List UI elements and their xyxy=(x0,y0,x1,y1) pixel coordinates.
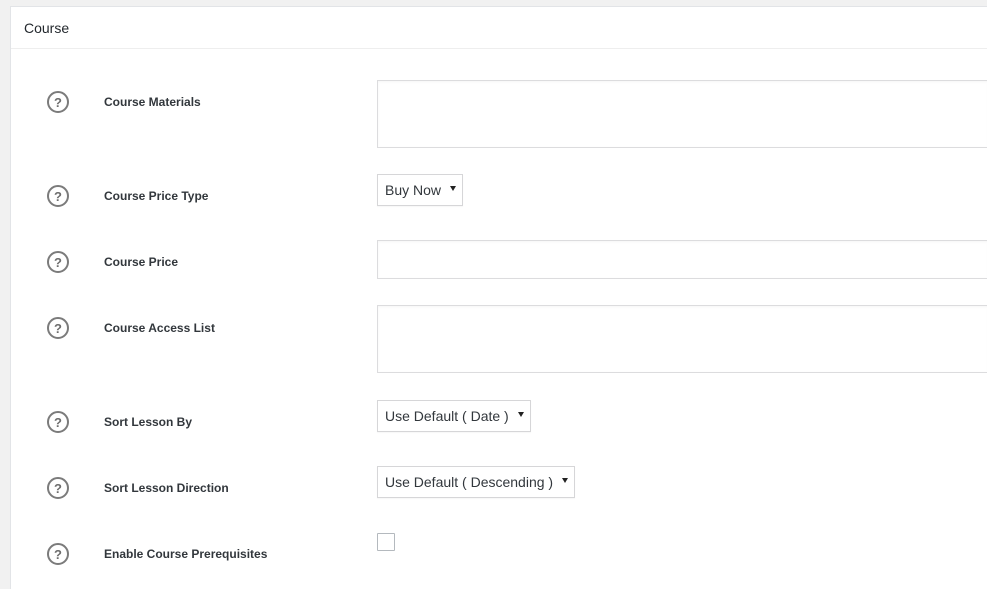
sort-lesson-by-select[interactable]: Use Default ( Date ) xyxy=(377,400,531,432)
caret-down-icon xyxy=(562,477,569,483)
help-icon[interactable]: ? xyxy=(47,543,69,565)
course-materials-textarea[interactable] xyxy=(377,80,987,148)
caret-down-icon xyxy=(450,185,457,191)
panel-title: Course xyxy=(24,19,70,36)
help-icon[interactable]: ? xyxy=(47,91,69,113)
course-access-list-label: Course Access List xyxy=(104,321,215,335)
course-price-type-select[interactable]: Buy Now xyxy=(377,174,464,206)
sort-lesson-direction-label: Sort Lesson Direction xyxy=(104,481,229,495)
course-price-type-label: Course Price Type xyxy=(104,189,209,203)
course-price-label: Course Price xyxy=(104,255,179,269)
help-icon[interactable]: ? xyxy=(47,317,69,339)
enable-course-prerequisites-label: Enable Course Prerequisites xyxy=(104,547,268,561)
course-price-type-value: Buy Now xyxy=(385,182,442,198)
sort-lesson-by-value: Use Default ( Date ) xyxy=(385,408,509,424)
sort-lesson-direction-value: Use Default ( Descending ) xyxy=(385,474,554,490)
enable-course-prerequisites-checkbox[interactable] xyxy=(377,533,395,551)
sort-lesson-direction-select[interactable]: Use Default ( Descending ) xyxy=(377,466,576,498)
help-icon[interactable]: ? xyxy=(47,411,69,433)
help-icon[interactable]: ? xyxy=(47,477,69,499)
sort-lesson-by-label: Sort Lesson By xyxy=(104,415,193,429)
caret-down-icon xyxy=(517,411,524,417)
help-icon[interactable]: ? xyxy=(47,251,69,273)
help-icon[interactable]: ? xyxy=(47,185,69,207)
course-materials-label: Course Materials xyxy=(104,95,201,109)
course-price-input[interactable] xyxy=(377,240,987,279)
course-settings-panel: Course ? Course Materials ? Course Price… xyxy=(10,6,987,589)
panel-header: Course xyxy=(11,7,987,49)
course-access-list-textarea[interactable] xyxy=(377,305,987,373)
